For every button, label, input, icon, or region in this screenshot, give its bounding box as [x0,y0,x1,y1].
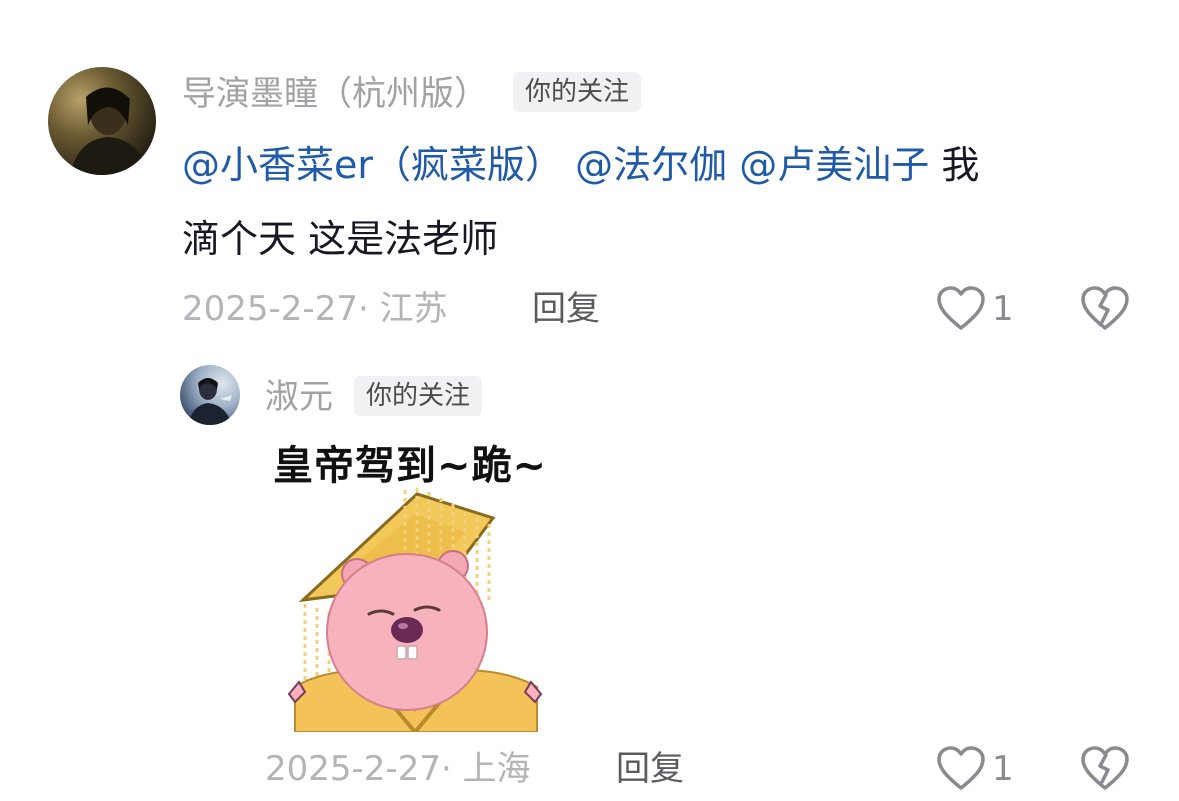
like-count: 1 [992,749,1014,789]
reply-button[interactable]: 回复 [616,749,684,789]
broken-heart-icon [1081,286,1129,330]
like-count: 1 [992,289,1014,329]
comment-thread: 导演墨瞳（杭州版） 你的关注 @小香菜er（疯菜版） @法尔伽 @卢美汕子 我 … [0,0,1179,801]
following-badge: 你的关注 [513,72,642,112]
following-badge: 你的关注 [354,376,483,416]
comment-date-location: 2025-2-27· 江苏 [182,289,448,329]
dislike-button[interactable] [1080,746,1130,796]
person-silhouette-icon [70,87,148,175]
beaver-emperor-illustration [287,488,543,732]
sticker-image[interactable]: 皇帝驾到~跪~ [265,432,565,732]
mention-link[interactable]: @卢美汕子 [739,143,929,187]
commenter-avatar[interactable] [48,67,156,175]
person-silhouette-icon [188,378,232,425]
reply-avatar[interactable] [180,365,240,425]
broken-heart-icon [1081,746,1129,790]
mention-link[interactable]: @法尔伽 [575,143,727,187]
reply-username[interactable]: 淑元 [265,377,333,417]
dislike-button[interactable] [1080,286,1130,336]
like-button[interactable]: 1 [936,746,1014,792]
heart-outline-icon [937,746,985,790]
comment-text: 滴个天 这是法老师 [182,217,499,261]
comment-body: @小香菜er（疯菜版） @法尔伽 @卢美汕子 我 滴个天 这是法老师 [182,128,1122,276]
like-button[interactable]: 1 [936,286,1014,332]
reply-button[interactable]: 回复 [532,289,600,329]
commenter-username[interactable]: 导演墨瞳（杭州版） [182,74,488,114]
mention-link[interactable]: @小香菜er（疯菜版） [182,143,563,187]
comment-text: 我 [941,143,980,187]
heart-outline-icon [937,286,985,330]
reply-date-location: 2025-2-27· 上海 [265,749,531,789]
